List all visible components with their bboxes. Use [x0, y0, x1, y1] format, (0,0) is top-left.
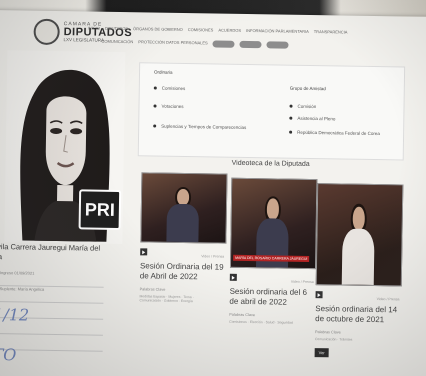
video-thumbnail[interactable]: [140, 172, 228, 244]
view-button[interactable]: Ver: [314, 348, 329, 358]
party-logo-text: PRI: [84, 198, 116, 220]
handwriting-line: 1/12: [0, 305, 30, 325]
bullet-icon: [153, 104, 157, 108]
deputy-name-line1: Avila Carrera Jauregui María del: [0, 242, 101, 253]
keywords-label: Palabras Clave: [314, 330, 341, 335]
commission-item[interactable]: Asistencia al Pleno: [289, 116, 335, 121]
video-title[interactable]: Sesión ordinaria del 6 de abril de 2022: [229, 287, 313, 308]
video-thumbnail[interactable]: MARÍA DEL ROSARIO CARRERA JÁUREGUI: [229, 177, 318, 270]
commission-item[interactable]: Comisiones: [153, 86, 185, 91]
col2-title: Grupo de Amistad: [289, 85, 326, 92]
keywords-list: Comisiones · Elección · Salud · Segurida…: [229, 319, 293, 325]
nav-item[interactable]: COMUNICACIÓN: [101, 39, 133, 46]
nav-item[interactable]: COMISIONES: [188, 27, 214, 32]
main-nav: INICIO DIPUTADOS ÓRGANOS DE GOBIERNO COM…: [87, 25, 387, 50]
photo-stage: CAMARA DE DIPUTADOS LXV LEGISLATURA INIC…: [0, 0, 426, 376]
col1-title: Ordinaria: [154, 69, 173, 75]
bullet-icon: [289, 116, 293, 120]
seal-icon: [33, 18, 60, 46]
video-card[interactable]: MARÍA DEL ROSARIO CARRERA JÁUREGUI Video…: [229, 177, 318, 325]
video-title[interactable]: Sesión ordinaria del 14 de octubre de 20…: [315, 304, 399, 325]
handwriting-line: TO: [0, 344, 17, 364]
commissions-box: Ordinaria Comisiones Votaciones Suplenci…: [137, 62, 406, 161]
nav-pill-button[interactable]: [212, 40, 235, 48]
video-meta: Video / Prensa: [201, 254, 225, 259]
video-card[interactable]: Video / Prensa Sesión ordinaria del 14 d…: [314, 183, 404, 360]
play-icon[interactable]: [140, 248, 148, 256]
video-section-title: Videoteca de la Diputada: [231, 159, 310, 168]
deputy-name-line2: ina: [0, 252, 3, 262]
keywords-list: Comunicación · Trámites: [314, 337, 353, 342]
video-banner: MARÍA DEL ROSARIO CARRERA JÁUREGUI: [233, 254, 310, 262]
video-meta: Video / Prensa: [290, 279, 314, 285]
nav-item[interactable]: INICIO: [88, 25, 100, 30]
detail-row: Ingreso 01/09/2021: [0, 270, 104, 288]
bullet-icon: [153, 124, 157, 128]
nav-item[interactable]: INFORMACIÓN PARLAMENTARIA: [246, 28, 309, 34]
printed-page: CAMARA DE DIPUTADOS LXV LEGISLATURA INIC…: [0, 10, 426, 376]
bullet-icon: [153, 86, 157, 90]
nav-item[interactable]: ACUERDOS: [218, 28, 241, 33]
keywords-label: Palabras Clave: [229, 312, 256, 318]
nav-pill-button[interactable]: [239, 40, 262, 49]
play-icon[interactable]: [315, 291, 323, 299]
video-card[interactable]: Video / Prensa Sesión Ordinaria del 19 d…: [139, 172, 228, 304]
bullet-icon: [289, 130, 293, 134]
keywords-label: Palabras Clave: [139, 287, 166, 292]
commission-item[interactable]: Comisión: [289, 104, 316, 109]
nav-item[interactable]: ÓRGANOS DE GOBIERNO: [133, 26, 183, 32]
video-meta: Video / Prensa: [376, 297, 400, 302]
detail-row: Suplente: María Angélica: [0, 286, 104, 304]
video-thumbnail[interactable]: [315, 183, 404, 287]
nav-item[interactable]: DIPUTADOS: [105, 26, 128, 31]
bullet-icon: [289, 104, 293, 108]
nav-item[interactable]: PROTECCIÓN DATOS PERSONALES: [138, 39, 207, 47]
handwritten-note: 1/12 TO: [0, 305, 30, 364]
deputy-name: Avila Carrera Jauregui María del ina: [0, 242, 110, 264]
keywords-list: Medidas Espacio · Mujeres · Tema · Comun…: [139, 294, 194, 304]
commission-item[interactable]: Votaciones: [153, 104, 184, 109]
video-title[interactable]: Sesión Ordinaria del 19 de Abril de 2022: [140, 261, 224, 282]
commission-item[interactable]: República Democrática Federal de Corea: [289, 130, 380, 136]
play-icon[interactable]: [229, 273, 237, 281]
nav-item[interactable]: TRANSPARENCIA: [314, 29, 348, 35]
nav-pill-button[interactable]: [266, 41, 289, 49]
party-logo: PRI: [78, 189, 122, 231]
commission-item[interactable]: Suplencias y Tiempos de Comparecencias: [153, 124, 246, 130]
